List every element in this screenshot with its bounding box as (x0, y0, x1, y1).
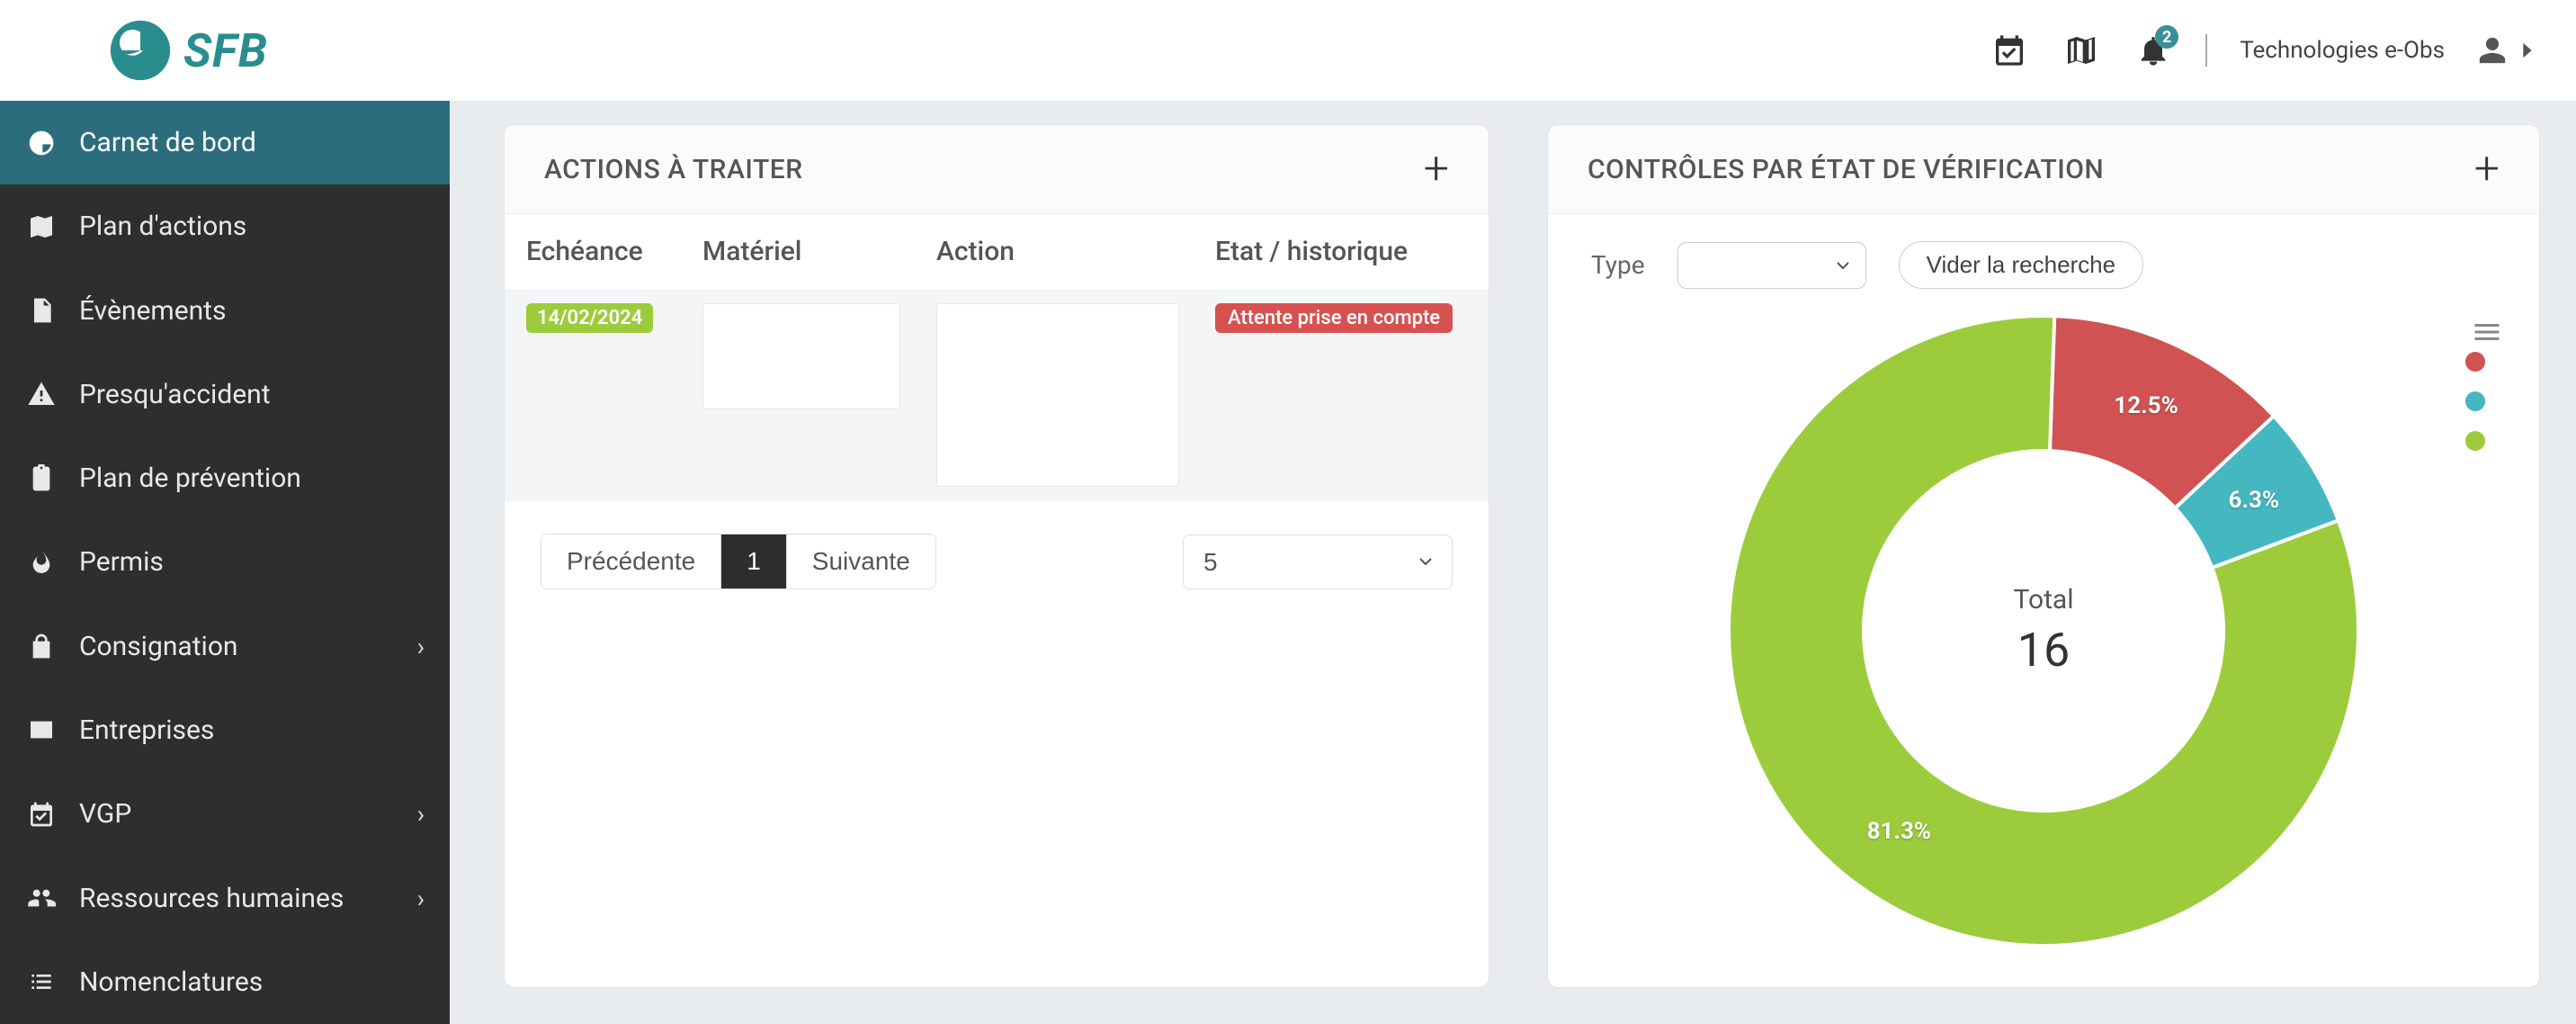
logo-icon (108, 18, 173, 83)
chart-wrap: Total 16 12.5% 6.3% 81.3% (1548, 298, 2539, 987)
chart-legend (2465, 352, 2485, 451)
col-echeance: Echéance (505, 214, 684, 289)
controls-card-header: CONTRÔLES PAR ÉTAT DE VÉRIFICATION + (1548, 125, 2539, 214)
type-label: Type (1591, 250, 1645, 280)
sidebar: Carnet de bord Plan d'actions Évènements… (0, 101, 450, 1024)
chevron-right-icon: › (417, 884, 425, 913)
topbar: SFB 2 Technologies e-Obs (0, 0, 2576, 101)
sidebar-item-label: Évènements (79, 295, 226, 327)
main: ACTIONS À TRAITER + Echéance Matériel Ac… (450, 101, 2576, 1024)
pager-current[interactable]: 1 (721, 534, 787, 588)
echeance-chip: 14/02/2024 (526, 303, 653, 333)
filter-row: Type Vider la recherche (1548, 214, 2539, 298)
type-select[interactable] (1677, 242, 1866, 289)
actions-table: Echéance Matériel Action Etat / historiq… (505, 214, 1489, 501)
warning-icon (25, 378, 58, 410)
donut-pct-label: 81.3% (1867, 818, 1932, 845)
sidebar-item-rh[interactable]: Ressources humaines › (0, 856, 450, 939)
sidebar-item-consignation[interactable]: Consignation › (0, 605, 450, 688)
calendar-check-icon (25, 798, 58, 831)
donut-center: Total 16 (2014, 584, 2074, 678)
controls-card-title: CONTRÔLES PAR ÉTAT DE VÉRIFICATION (1588, 154, 2104, 185)
chevron-right-icon: › (417, 799, 425, 829)
map-icon (25, 211, 58, 243)
donut-pct-label: 12.5% (2114, 392, 2178, 419)
chevron-right-icon: › (417, 632, 425, 661)
pager-next[interactable]: Suivante (787, 534, 935, 588)
actions-card: ACTIONS À TRAITER + Echéance Matériel Ac… (504, 124, 1489, 988)
user-menu[interactable] (2477, 35, 2540, 66)
sidebar-item-presquaccident[interactable]: Presqu'accident (0, 353, 450, 436)
action-cell (936, 303, 1179, 487)
page-size-select[interactable]: 5 (1183, 534, 1453, 589)
list-icon (25, 966, 58, 998)
donut-pct-label: 6.3% (2229, 487, 2280, 514)
actions-footer: Précédente 1 Suivante 5 (505, 501, 1489, 615)
col-materiel: Matériel (684, 214, 918, 289)
clipboard-icon (25, 463, 58, 495)
sidebar-item-label: Plan de prévention (79, 463, 301, 494)
col-etat: Etat / historique (1197, 214, 1489, 289)
sidebar-item-evenements[interactable]: Évènements (0, 269, 450, 353)
donut-chart: Total 16 12.5% 6.3% 81.3% (1720, 307, 2367, 955)
sidebar-item-label: Consignation (79, 631, 238, 662)
sidebar-item-label: Carnet de bord (79, 127, 256, 158)
actions-add-button[interactable]: + (1424, 147, 1449, 192)
notification-badge: 2 (2155, 25, 2178, 49)
id-card-icon (25, 714, 58, 746)
legend-dot-teal (2465, 391, 2485, 411)
sidebar-item-nomenclatures[interactable]: Nomenclatures (0, 940, 450, 1024)
sidebar-item-plan-actions[interactable]: Plan d'actions (0, 184, 450, 268)
donut-center-label: Total (2014, 584, 2074, 615)
sidebar-item-label: Ressources humaines (79, 883, 344, 914)
fire-icon (25, 546, 58, 579)
org-name: Technologies e-Obs (2240, 37, 2445, 64)
separator (2205, 34, 2207, 67)
chart-menu-button[interactable] (2471, 316, 2503, 355)
sidebar-item-carnet[interactable]: Carnet de bord (0, 101, 450, 184)
actions-card-header: ACTIONS À TRAITER + (505, 125, 1489, 214)
controls-add-button[interactable]: + (2474, 147, 2500, 192)
sidebar-item-plan-prevention[interactable]: Plan de prévention (0, 436, 450, 520)
table-row[interactable]: 14/02/2024 Attente prise en compte (505, 289, 1489, 501)
bell-icon[interactable]: 2 (2133, 31, 2173, 70)
sidebar-item-label: Nomenclatures (79, 966, 263, 998)
brand-logo: SFB (108, 18, 268, 83)
user-icon (2477, 35, 2508, 66)
actions-card-title: ACTIONS À TRAITER (544, 154, 803, 185)
pager: Précédente 1 Suivante (541, 534, 936, 589)
hamburger-icon (2471, 316, 2503, 348)
file-icon (25, 294, 58, 327)
legend-dot-red (2465, 352, 2485, 372)
sidebar-item-label: Permis (79, 546, 164, 578)
legend-dot-green (2465, 431, 2485, 451)
controls-card: CONTRÔLES PAR ÉTAT DE VÉRIFICATION + Typ… (1547, 124, 2540, 988)
col-action: Action (918, 214, 1197, 289)
lock-icon (25, 630, 58, 662)
chevron-right-icon (2515, 38, 2540, 63)
donut-center-value: 16 (2014, 623, 2074, 678)
topbar-right: 2 Technologies e-Obs (1990, 31, 2540, 70)
sidebar-item-label: Entreprises (79, 714, 214, 746)
sidebar-item-entreprises[interactable]: Entreprises (0, 688, 450, 772)
pager-prev[interactable]: Précédente (541, 534, 721, 588)
users-icon (25, 882, 58, 914)
clear-search-button[interactable]: Vider la recherche (1899, 241, 2144, 289)
sidebar-item-vgp[interactable]: VGP › (0, 772, 450, 856)
calendar-check-icon[interactable] (1990, 31, 2029, 70)
status-chip: Attente prise en compte (1215, 303, 1453, 333)
dashboard-icon (25, 127, 58, 159)
sidebar-item-label: VGP (79, 798, 131, 830)
sidebar-item-label: Plan d'actions (79, 211, 246, 242)
map-icon[interactable] (2062, 31, 2101, 70)
sidebar-item-permis[interactable]: Permis (0, 520, 450, 604)
sidebar-item-label: Presqu'accident (79, 379, 271, 410)
materiel-cell (702, 303, 900, 409)
logo-text: SFB (183, 23, 268, 78)
